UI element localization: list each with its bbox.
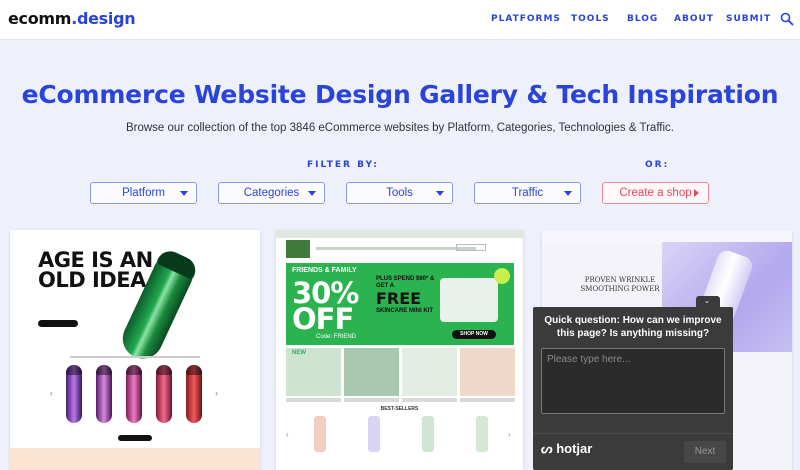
card2-tile-label-1 — [286, 398, 341, 402]
nav-tools[interactable]: TOOLS — [571, 14, 610, 24]
create-shop-label: Create a shop — [619, 187, 692, 199]
card2-badge-icon — [494, 268, 510, 284]
logo-text-ecomm: ecomm — [8, 9, 72, 28]
card2-skincare: SKINCARE MINI KIT — [376, 308, 433, 314]
violet-tube-image — [96, 365, 112, 423]
card2-tile-label-2 — [344, 398, 399, 402]
caret-down-icon — [308, 191, 316, 196]
card2-product-2 — [368, 416, 380, 452]
card2-friends-family: FRIENDS & FAMILY — [292, 267, 357, 274]
search-icon[interactable] — [780, 12, 794, 26]
caret-down-icon — [564, 191, 572, 196]
card2-product-1 — [314, 416, 326, 452]
card2-tile-label-3 — [402, 398, 457, 402]
card1-footer-band — [10, 448, 260, 470]
categories-dropdown[interactable]: Categories — [218, 182, 325, 204]
chevron-down-icon: ⌄ — [704, 298, 710, 305]
card2-free-kit-text: PLUS SPEND $60* & GET A FREE SKINCARE MI… — [376, 276, 448, 315]
filter-by-label: FILTER BY: — [307, 160, 379, 170]
card2-product-4 — [476, 416, 488, 452]
card2-announcement-bar — [276, 230, 523, 238]
tools-dropdown[interactable]: Tools — [346, 182, 453, 204]
card2-plus-spend: PLUS SPEND $60* & GET A — [376, 276, 435, 289]
page-title: eCommerce Website Design Gallery & Tech … — [21, 80, 779, 109]
traffic-dropdown[interactable]: Traffic — [474, 182, 581, 204]
platform-dropdown-label: Platform — [122, 187, 165, 199]
site-logo[interactable]: ecomm.design — [8, 9, 136, 28]
card2-tile-3 — [402, 348, 457, 396]
card1-headline-line1: AGE IS AN — [38, 248, 153, 272]
purple-tube-image — [66, 365, 82, 423]
hotjar-next-button[interactable]: Next — [684, 441, 726, 463]
nav-platforms[interactable]: PLATFORMS — [491, 14, 561, 24]
card2-next-arrow-icon: › — [508, 430, 511, 439]
hotjar-question: Quick question: How can we improve this … — [544, 315, 722, 339]
pink-tube-image — [126, 365, 142, 423]
card2-search-box — [456, 244, 486, 251]
card2-promo-code: Code: FRIEND — [316, 334, 357, 340]
caret-down-icon — [436, 191, 444, 196]
platform-dropdown[interactable]: Platform — [90, 182, 197, 204]
card2-brand-logo — [286, 240, 310, 258]
nav-about[interactable]: ABOUT — [674, 14, 714, 24]
tools-dropdown-label: Tools — [386, 187, 413, 199]
categories-dropdown-label: Categories — [243, 187, 300, 199]
rose-tube-image — [156, 365, 172, 423]
card2-new-badge: NEW — [292, 350, 306, 356]
card2-discount-off: OFF — [292, 302, 354, 336]
card1-headline-line2: OLD IDEA — [38, 268, 146, 292]
website-card-2[interactable]: FRIENDS & FAMILY 30% OFF Code: FRIEND PL… — [276, 230, 523, 470]
hotjar-flame-icon: ᔕ — [541, 441, 553, 456]
red-tube-image — [186, 365, 202, 423]
nav-blog[interactable]: BLOG — [627, 14, 658, 24]
card2-discount: 30% OFF — [292, 279, 359, 336]
caret-right-icon — [694, 189, 699, 197]
create-shop-button[interactable]: Create a shop — [602, 182, 709, 204]
card2-tile-label-4 — [460, 398, 515, 402]
hotjar-feedback-input[interactable]: Please type here... — [541, 348, 725, 414]
logo-text-design: .design — [71, 9, 136, 28]
nav-submit[interactable]: SUBMIT — [726, 14, 771, 24]
card1-headline: AGE IS AN OLD IDEA — [38, 248, 153, 292]
card2-tile-2 — [344, 348, 399, 396]
card2-shop-now: SHOP NOW — [452, 330, 496, 339]
card2-tile-4 — [460, 348, 515, 396]
hotjar-logo: ᔕ hotjar — [541, 441, 592, 457]
card1-shop-button-shape — [118, 435, 152, 441]
card2-best-sellers: BEST-SELLERS — [380, 406, 419, 412]
hotjar-brand-text: hotjar — [556, 441, 593, 456]
card2-product-3 — [422, 416, 434, 452]
caret-down-icon — [180, 191, 188, 196]
site-header: ecomm.design PLATFORMS TOOLS BLOG ABOUT … — [0, 0, 800, 40]
card1-divider — [70, 356, 200, 358]
or-label: OR: — [645, 160, 670, 170]
card2-nav-bar — [316, 247, 476, 250]
card2-prev-arrow-icon: ‹ — [286, 430, 289, 439]
hotjar-feedback-widget: Quick question: How can we improve this … — [533, 307, 733, 470]
card1-prev-arrow-icon: ‹ — [50, 388, 53, 398]
card2-free: FREE — [376, 289, 422, 308]
page-subtitle: Browse our collection of the top 3846 eC… — [125, 122, 674, 134]
website-card-1[interactable]: AGE IS AN OLD IDEA ‹ › — [10, 230, 260, 470]
card1-next-arrow-icon: › — [215, 388, 218, 398]
traffic-dropdown-label: Traffic — [511, 187, 544, 199]
card1-cta-shape — [38, 320, 78, 327]
card3-headline: PROVEN WRINKLE SMOOTHING POWER — [580, 276, 660, 293]
card2-kit-image — [440, 278, 498, 322]
